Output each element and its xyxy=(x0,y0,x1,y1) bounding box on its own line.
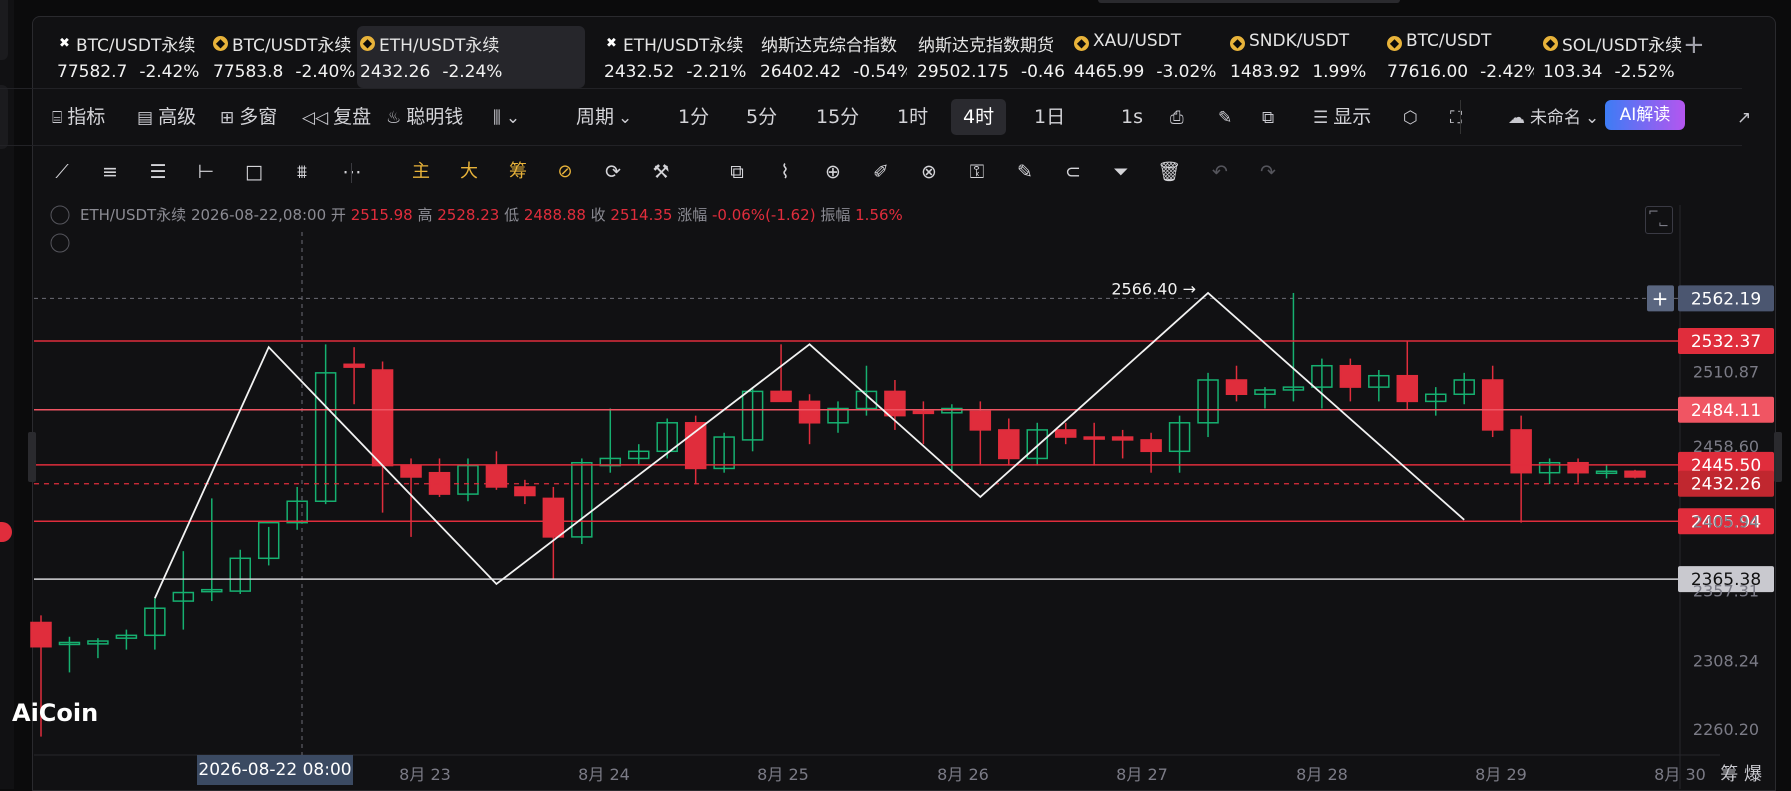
left-resize-handle[interactable] xyxy=(28,432,36,482)
y-tick-label: 2510.87 xyxy=(1693,363,1759,382)
candle-body xyxy=(1510,429,1532,474)
ohlc-change-label: 涨幅 xyxy=(677,206,712,224)
candle-body xyxy=(1624,470,1646,478)
candle-body xyxy=(371,369,394,467)
zigzag-line xyxy=(154,291,1465,599)
ohlc-change: -0.06%(-1.62) xyxy=(712,206,820,224)
candle-body xyxy=(1481,379,1504,431)
y-tick-label: 2357.31 xyxy=(1693,582,1759,601)
high-price-marker: 2566.40 → xyxy=(1111,279,1196,298)
candle-body xyxy=(30,621,52,648)
aicoin-logo: AiCoin xyxy=(12,699,99,727)
x-tick-label: 8月 27 xyxy=(1116,765,1168,784)
ohlc-time: 2026-08-22,08:00 xyxy=(191,206,331,224)
candle-body xyxy=(1396,374,1419,403)
price-tag-label: 2484.11 xyxy=(1691,401,1761,421)
ohlc-high-label: 高 xyxy=(417,206,437,224)
watermark-text: 筹 爆 xyxy=(1720,764,1762,785)
x-tick-label: 8月 24 xyxy=(578,765,630,784)
ohlc-close-label: 收 xyxy=(591,206,611,224)
ohlc-low-label: 低 xyxy=(504,206,524,224)
y-tick-label: 2308.24 xyxy=(1693,652,1759,671)
candle-body xyxy=(798,400,821,424)
candle-body xyxy=(1083,436,1105,440)
ohlc-low: 2488.88 xyxy=(524,206,591,224)
price-chart[interactable]: ETH/USDT永续 2026-08-22,08:00 开 2515.98 高 … xyxy=(0,0,1791,789)
ohlc-open-label: 开 xyxy=(331,206,351,224)
x-tick-label: 8月 26 xyxy=(937,765,989,784)
right-resize-handle[interactable] xyxy=(1774,432,1782,482)
ohlc-amp: 1.56% xyxy=(855,206,903,224)
price-tag-label: 2532.37 xyxy=(1691,332,1761,352)
x-tick-label: 8月 23 xyxy=(399,765,451,784)
y-tick-label: 2405.94 xyxy=(1693,512,1759,531)
candle-body xyxy=(998,429,1020,460)
candle-body xyxy=(684,422,707,470)
current-price-label: 2432.26 xyxy=(1691,475,1761,495)
candle-body xyxy=(542,497,565,538)
ohlc-close: 2514.35 xyxy=(610,206,677,224)
collapse-header-icon[interactable] xyxy=(50,205,70,225)
candle-body xyxy=(884,390,906,417)
expand-header-icon[interactable] xyxy=(50,233,70,253)
x-tick-label: 8月 30 xyxy=(1654,765,1706,784)
candle-body xyxy=(1225,379,1248,395)
y-tick-label: 2260.20 xyxy=(1693,720,1759,739)
candle-body xyxy=(514,486,536,497)
x-tick-label: 8月 28 xyxy=(1296,765,1348,784)
candle-body xyxy=(1054,429,1077,438)
candle-body xyxy=(1111,436,1134,441)
candle-body xyxy=(400,464,422,478)
x-tick-label: 8月 29 xyxy=(1475,765,1527,784)
candle-body xyxy=(1339,364,1362,388)
candle-body xyxy=(969,410,992,431)
plus-icon: + xyxy=(1652,286,1669,310)
ohlc-header: ETH/USDT永续 2026-08-22,08:00 开 2515.98 高 … xyxy=(80,206,903,224)
ohlc-high: 2528.23 xyxy=(437,206,504,224)
crosshair-time-label: 2026-08-22 08:00 xyxy=(197,755,353,785)
candle-body xyxy=(912,410,935,415)
x-tick-label: 8月 25 xyxy=(757,765,809,784)
y-tick-label: 2458.60 xyxy=(1693,437,1759,456)
crosshair-price-label: 2562.19 xyxy=(1691,289,1761,309)
candle-body xyxy=(770,390,792,403)
candle-body xyxy=(1140,439,1162,453)
candle-body xyxy=(343,363,365,368)
ohlc-symbol: ETH/USDT永续 xyxy=(80,206,191,224)
ohlc-open: 2515.98 xyxy=(351,206,418,224)
ohlc-amp-label: 振幅 xyxy=(820,206,855,224)
